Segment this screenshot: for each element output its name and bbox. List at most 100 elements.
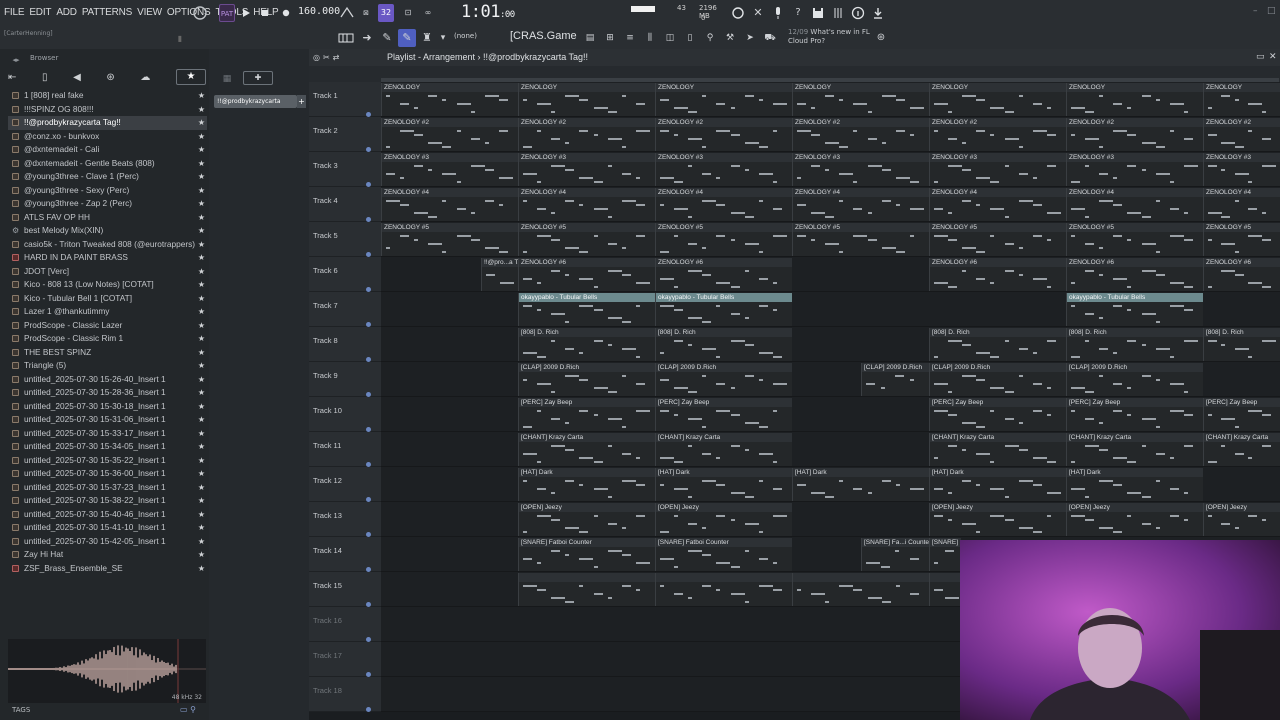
pattern-clip[interactable]: ZENOLOGY — [1066, 83, 1203, 116]
pattern-clip[interactable]: okayypablo - Tubular Bells — [655, 293, 792, 326]
tempo-display[interactable]: 160.000 — [298, 6, 340, 17]
download-icon[interactable] — [871, 5, 885, 21]
file-icon[interactable]: ▯ — [42, 72, 48, 83]
globe-icon[interactable]: ⊛ — [874, 30, 888, 46]
minimize-icon[interactable]: – — [1253, 6, 1258, 16]
play-icon[interactable] — [240, 5, 252, 21]
track-lane[interactable]: [CHANT] Krazy Carta [CHANT] Krazy Carta [C… — [381, 432, 1280, 467]
browser-item[interactable]: ProdScope - Classic Lazer ★ — [8, 319, 207, 333]
track-header[interactable]: Track 4 — [309, 187, 381, 222]
pattern-clip[interactable]: ZENOLOGY #4 — [792, 188, 929, 221]
browser-item[interactable]: untitled_2025-07-30 15-41-10_Insert 1 ★ — [8, 521, 207, 535]
pattern-clip[interactable]: ZENOLOGY #3 — [792, 153, 929, 186]
browser-item[interactable]: Kico - Tubular Bell 1 [COTAT] ★ — [8, 292, 207, 306]
undo-icon[interactable] — [731, 5, 745, 21]
favorite-star-icon[interactable]: ★ — [198, 89, 205, 103]
browser-nav-icon[interactable]: ◂▸ — [6, 52, 26, 68]
lock-icon[interactable]: ▮ — [175, 31, 185, 47]
pattern-clip[interactable]: [CLAP] 2009 D.Rich — [1066, 363, 1203, 396]
browser-item[interactable]: Triangle (5) ★ — [8, 359, 207, 373]
pattern-clip[interactable]: [HAT] Dark — [518, 468, 655, 501]
pattern-clip[interactable]: [HAT] Dark — [655, 468, 792, 501]
pattern-clip[interactable]: ZENOLOGY #2 — [518, 118, 655, 151]
pattern-selector[interactable]: (none) — [454, 32, 477, 40]
favorite-star-icon[interactable]: ★ — [198, 130, 205, 144]
pattern-clip[interactable]: [808] D. Rich — [518, 328, 655, 361]
pattern-clip[interactable]: [HAT] Dark — [792, 468, 929, 501]
favorite-star-icon[interactable]: ★ — [198, 400, 205, 414]
pattern-clip[interactable]: ZENOLOGY #3 — [1066, 153, 1203, 186]
pattern-clip[interactable]: ZENOLOGY #4 — [929, 188, 1066, 221]
favorite-star-icon[interactable]: ★ — [198, 251, 205, 265]
grid-icon[interactable]: ▦ — [221, 71, 233, 87]
pattern-clip[interactable]: ZENOLOGY #5 — [381, 223, 518, 256]
favorite-star-icon[interactable]: ★ — [198, 305, 205, 319]
browser-item[interactable]: untitled_2025-07-30 15-40-46_Insert 1 ★ — [8, 508, 207, 522]
pattern-clip[interactable]: [CLAP] 2009 D.Rich — [655, 363, 792, 396]
close-x-icon[interactable]: ✕ — [751, 5, 765, 21]
channel-rack-icon[interactable]: ⊞ — [603, 30, 617, 46]
pattern-clip[interactable]: ZENOLOGY #2 — [381, 118, 518, 151]
favorite-star-icon[interactable]: ★ — [198, 494, 205, 508]
favorite-star-icon[interactable]: ★ — [198, 292, 205, 306]
playlist-maximize-icon[interactable]: ▭ — [1256, 52, 1265, 62]
track-header[interactable]: Track 3 — [309, 152, 381, 187]
favorite-star-icon[interactable]: ★ — [198, 481, 205, 495]
info-icon[interactable] — [851, 5, 865, 21]
favorite-star-icon[interactable]: ★ — [198, 319, 205, 333]
favorite-star-icon[interactable]: ★ — [198, 508, 205, 522]
track-header[interactable]: Track 7 — [309, 292, 381, 327]
pattern-song-toggle[interactable]: PAT — [219, 4, 235, 22]
browser-item[interactable]: untitled_2025-07-30 15-26-40_Insert 1 ★ — [8, 373, 207, 387]
pattern-clip[interactable]: [CHANT] Krazy Carta — [518, 433, 655, 466]
pattern-clip[interactable]: [HAT] Dark — [929, 468, 1066, 501]
plugin-icon[interactable]: ◫ — [663, 30, 677, 46]
track-header[interactable]: Track 14 — [309, 537, 381, 572]
stamp-icon[interactable]: ♜ — [420, 30, 434, 46]
pattern-clip[interactable]: ZENOLOGY #6 — [518, 258, 655, 291]
collapse-icon[interactable]: ⇤ — [8, 72, 16, 83]
favorite-star-icon[interactable]: ★ — [198, 346, 205, 360]
wait-input-icon[interactable]: ⊠ — [358, 5, 374, 21]
pattern-clip[interactable]: [CHANT] Krazy Carta — [1066, 433, 1203, 466]
pattern-clip[interactable]: [OPEN] Jeezy — [518, 503, 655, 536]
track-header[interactable]: Track 10 — [309, 397, 381, 432]
favorite-star-icon[interactable]: ★ — [198, 197, 205, 211]
favorite-star-icon[interactable]: ★ — [198, 386, 205, 400]
pattern-clip[interactable] — [792, 573, 929, 606]
favorite-star-icon[interactable]: ★ — [198, 211, 205, 225]
browser-item[interactable]: !!@prodbykrazycarta Tag!! ★ — [8, 116, 207, 130]
pattern-clip[interactable]: [HAT] Dark — [1066, 468, 1203, 501]
timeline-ruler[interactable] — [309, 66, 1280, 82]
track-header[interactable]: Track 17 — [309, 642, 381, 677]
pattern-clip[interactable]: ZENOLOGY #4 — [381, 188, 518, 221]
tags-search-icon[interactable]: ▭ ⚲ — [180, 705, 196, 714]
favorite-star-icon[interactable]: ★ — [198, 332, 205, 346]
channel-selected[interactable]: !!@prodbykrazycarta — [214, 95, 297, 108]
track-lane[interactable]: [PERC] Zay Beep [PERC] Zay Beep [PERC] Zay… — [381, 397, 1280, 432]
pattern-clip[interactable]: [CLAP] 2009 D.Rich — [518, 363, 655, 396]
pin-icon[interactable]: ⚲ — [703, 30, 717, 46]
favorite-star-icon[interactable]: ★ — [198, 103, 205, 117]
track-mute-icon[interactable] — [366, 707, 371, 712]
browser-item[interactable]: THE BEST SPINZ ★ — [8, 346, 207, 360]
pattern-clip[interactable]: ZENOLOGY #2 — [1066, 118, 1203, 151]
track-lane[interactable]: !!@pro...a Tag!!ZENOLOGY #6ZENOLOGY #6ZE… — [381, 257, 1280, 292]
menu-patterns[interactable]: PATTERNS — [82, 7, 132, 18]
browser-item[interactable]: untitled_2025-07-30 15-42-05_Insert 1 ★ — [8, 535, 207, 549]
pattern-clip[interactable]: [808] D. Rich — [655, 328, 792, 361]
pattern-clip[interactable]: ZENOLOGY #3 — [655, 153, 792, 186]
favorites-star-icon[interactable]: ★ — [175, 69, 206, 85]
mixer-icon[interactable] — [831, 5, 845, 21]
microphone-icon[interactable] — [771, 5, 785, 21]
browser-item[interactable]: ProdScope - Classic Rim 1 ★ — [8, 332, 207, 346]
browser-item[interactable]: untitled_2025-07-30 15-33-17_Insert 1 ★ — [8, 427, 207, 441]
playlist-icon[interactable]: ▤ — [583, 30, 597, 46]
draw-tool-icon[interactable]: ✎ — [398, 29, 416, 47]
track-header[interactable]: Track 13 — [309, 502, 381, 537]
pattern-clip[interactable]: ZENOLOGY #3 — [381, 153, 518, 186]
track-lane[interactable]: okayypablo - Tubular Bells okayypablo - T… — [381, 292, 1280, 327]
browser-item[interactable]: ZSF_Brass_Ensemble_SE ★ — [8, 562, 207, 576]
pattern-clip[interactable]: ZENOLOGY #6 — [1203, 258, 1280, 291]
pattern-clip[interactable]: ZENOLOGY #5 — [1066, 223, 1203, 256]
